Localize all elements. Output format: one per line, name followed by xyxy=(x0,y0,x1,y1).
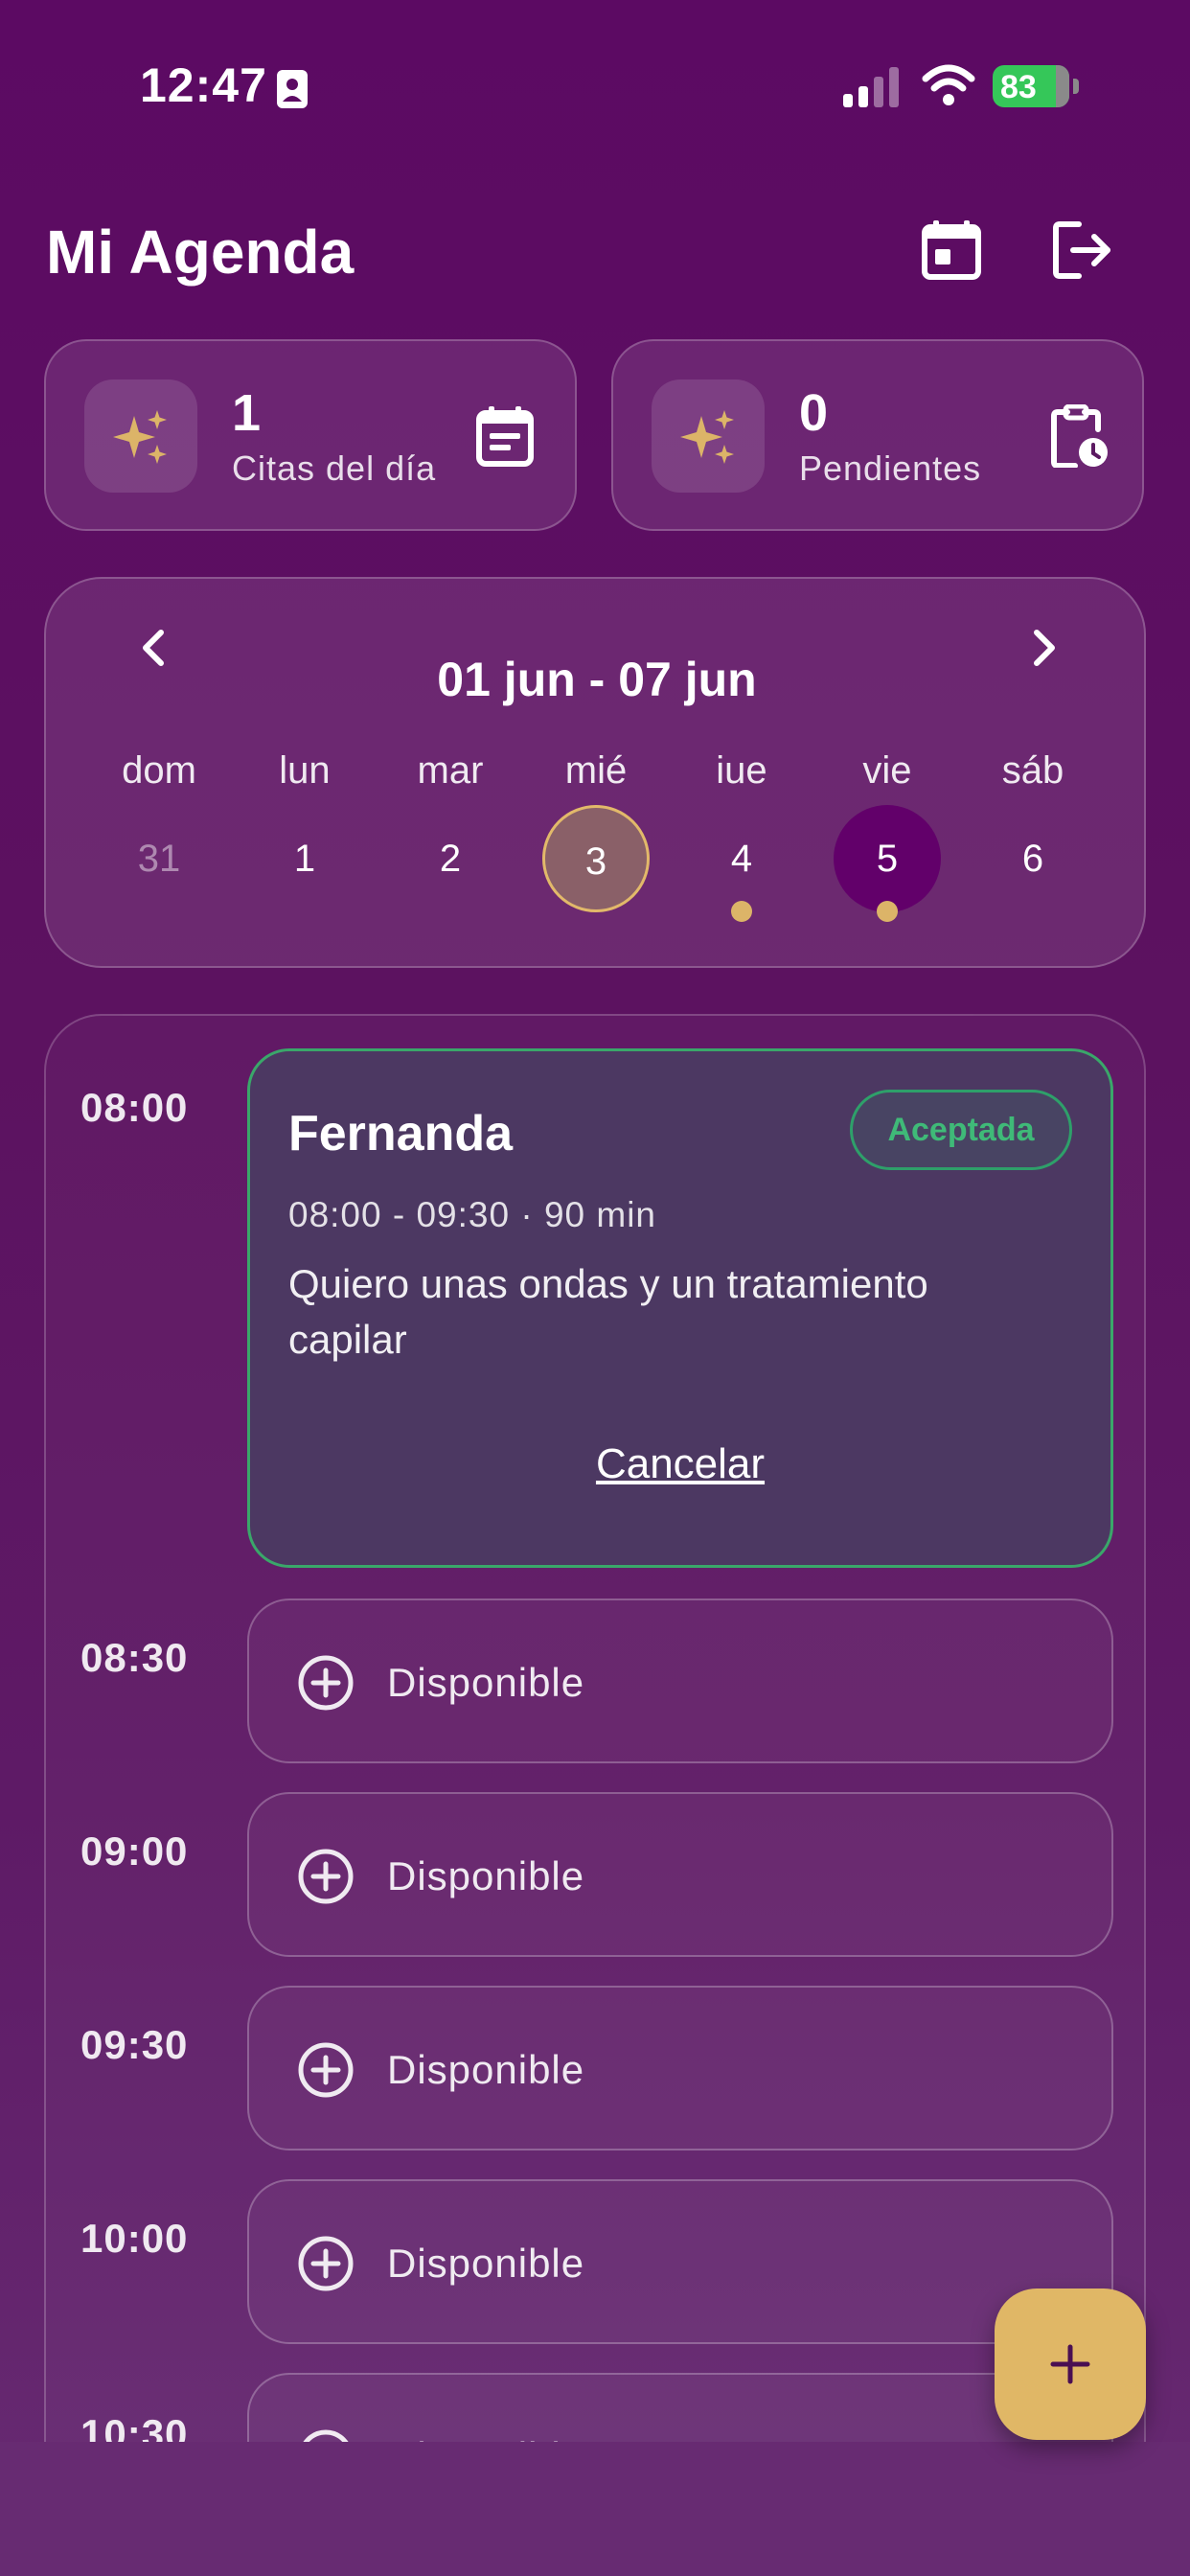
appointment-note: Quiero unas ondas y un tratamiento capil… xyxy=(288,1261,928,1362)
status-bar: 12:47 83 xyxy=(0,0,1190,172)
stat-value: 0 xyxy=(799,384,829,442)
appointment-card[interactable]: Fernanda Aceptada 08:00 - 09:30 · 90 min… xyxy=(247,1048,1113,1568)
day-name: sáb xyxy=(1001,749,1064,792)
plus-icon xyxy=(1050,2344,1090,2384)
calendar-today-icon[interactable] xyxy=(920,218,983,282)
time-label: 09:30 xyxy=(80,2022,189,2067)
slot-label: Disponible xyxy=(387,2241,585,2286)
available-slot[interactable]: Disponible xyxy=(247,1986,1113,2150)
cellular-signal-icon xyxy=(843,67,899,107)
day-3-today[interactable]: 3 xyxy=(542,805,650,912)
appointment-dot-day-4 xyxy=(731,901,752,922)
day-name: lun xyxy=(279,749,331,792)
stat-card-pending: 0 Pendientes xyxy=(611,339,1144,531)
day-1[interactable]: 1 xyxy=(251,805,358,912)
plus-circle-icon xyxy=(298,2042,354,2098)
available-slot[interactable]: Disponible xyxy=(247,2373,1113,2451)
time-label: 08:00 xyxy=(80,1085,189,1130)
id-card-icon xyxy=(277,70,308,108)
schedule-list: 08:00 08:30 09:00 09:30 10:00 10:30 Fern… xyxy=(44,1014,1146,2451)
available-slot[interactable]: Disponible xyxy=(247,1792,1113,1957)
day-5-selected[interactable]: 5 xyxy=(834,805,941,912)
chevron-right-icon[interactable] xyxy=(1025,621,1064,675)
stat-icon-box xyxy=(84,380,197,493)
logout-icon[interactable] xyxy=(1050,218,1115,282)
stat-label: Pendientes xyxy=(799,448,982,488)
stat-icon-box xyxy=(652,380,765,493)
appointment-time: 08:00 - 09:30 · 90 min xyxy=(288,1195,656,1234)
available-slot[interactable]: Disponible xyxy=(247,1598,1113,1763)
week-range-label: 01 jun - 07 jun xyxy=(437,653,757,706)
slot-label: Disponible xyxy=(387,1660,585,1705)
week-selector-card: 01 jun - 07 jun dom lun mar mié iue vie … xyxy=(44,577,1146,968)
day-31[interactable]: 31 xyxy=(105,805,213,912)
available-slot[interactable]: Disponible xyxy=(247,2179,1113,2344)
page-title: Mi Agenda xyxy=(46,218,355,287)
add-appointment-button[interactable] xyxy=(995,2288,1146,2440)
slot-label: Disponible xyxy=(387,1853,585,1898)
plus-circle-icon xyxy=(298,2236,354,2291)
stat-label: Citas del día xyxy=(232,448,437,488)
day-4[interactable]: 4 xyxy=(688,805,795,912)
time-label: 10:00 xyxy=(80,2216,189,2261)
day-name: mié xyxy=(564,749,628,792)
stat-value: 1 xyxy=(232,384,262,442)
client-name: Fernanda xyxy=(288,1106,514,1162)
day-name: dom xyxy=(122,749,196,792)
status-time: 12:47 xyxy=(140,58,267,112)
plus-circle-icon xyxy=(298,1849,354,1904)
day-2[interactable]: 2 xyxy=(397,805,504,912)
day-name: mar xyxy=(417,749,484,792)
appointment-dot-day-5 xyxy=(877,901,898,922)
cancel-appointment-link[interactable]: Cancelar xyxy=(250,1440,1110,1488)
stat-card-appointments-today: 1 Citas del día xyxy=(44,339,577,531)
pending-clipboard-icon xyxy=(1051,404,1108,468)
day-6[interactable]: 6 xyxy=(979,805,1087,912)
bottom-background xyxy=(0,2442,1190,2576)
status-badge: Aceptada xyxy=(850,1090,1072,1170)
wifi-icon xyxy=(922,64,975,105)
slot-label: Disponible xyxy=(387,2047,585,2092)
time-label: 08:30 xyxy=(80,1635,189,1680)
event-note-icon xyxy=(476,406,534,467)
time-label: 09:00 xyxy=(80,1828,189,1874)
sparkles-icon xyxy=(680,410,734,464)
sparkles-icon xyxy=(113,410,167,464)
day-name: vie xyxy=(862,749,912,792)
battery-level: 83 xyxy=(1000,69,1037,105)
plus-circle-icon xyxy=(298,1655,354,1711)
battery-indicator: 83 xyxy=(993,65,1079,107)
day-name: iue xyxy=(716,749,767,792)
